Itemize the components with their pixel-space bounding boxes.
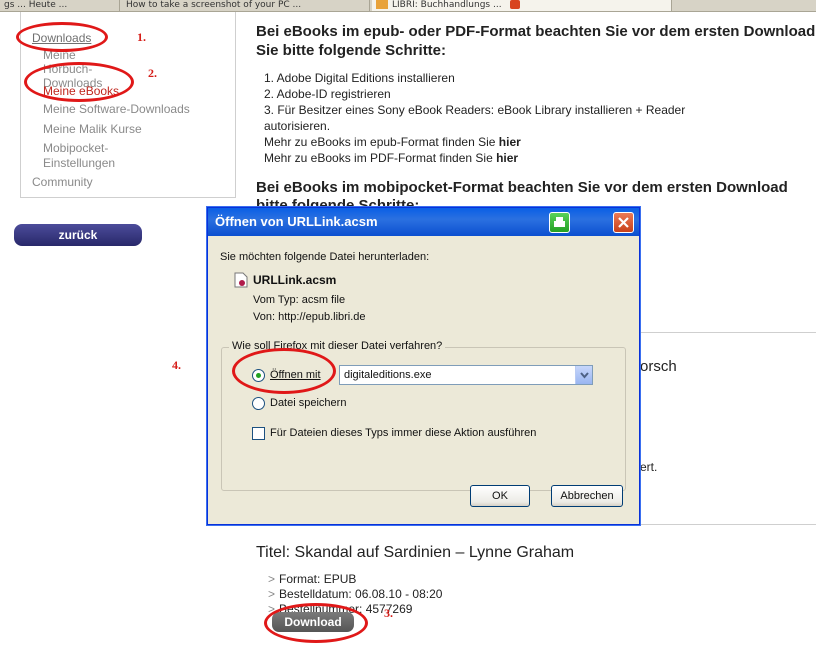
page-favicon	[376, 0, 388, 9]
annotation-circle-download	[264, 603, 368, 643]
pdf-info-link[interactable]: hier	[496, 151, 518, 165]
dialog-title: Öffnen von URLLink.acsm	[215, 214, 378, 229]
annotation-number: 2.	[148, 66, 157, 80]
back-button[interactable]: zurück	[14, 224, 142, 246]
browser-tab-label: LIBRI: Buchhandlungs ...	[392, 0, 502, 10]
annotation-number: 3.	[384, 606, 393, 620]
cancel-button[interactable]: Abbrechen	[551, 485, 623, 507]
close-icon[interactable]	[613, 212, 634, 233]
partial-text: orsch	[640, 358, 677, 375]
step-text: 3. Für Besitzer eines Sony eBook Readers…	[264, 103, 686, 117]
dialog-intro: Sie möchten folgende Datei herunterladen…	[220, 251, 430, 263]
epub-info-text: Mehr zu eBooks im epub-Format finden Sie	[264, 135, 496, 149]
section-heading-epub-pdf-cont: Sie bitte folgende Schritte:	[256, 42, 447, 59]
sidebar-item-community[interactable]: Community	[32, 175, 93, 189]
browser-tab[interactable]: How to take a screenshot of your PC ...	[122, 0, 370, 11]
always-do-this-checkbox[interactable]	[252, 427, 265, 440]
printer-icon[interactable]	[549, 212, 570, 233]
pdf-info-line: Mehr zu eBooks im PDF-Format finden Sie …	[264, 151, 518, 165]
ok-button[interactable]: OK	[470, 485, 530, 507]
section-heading-mobipocket: Bei eBooks im mobipocket-Format beachten…	[256, 179, 788, 196]
dialog-file-source: Von: http://epub.libri.de	[253, 311, 366, 323]
book-format: > Format: EPUB	[268, 572, 357, 586]
step-text: 2. Adobe-ID registrieren	[264, 87, 391, 101]
open-with-select[interactable]: digitaleditions.exe	[339, 365, 593, 385]
always-do-this-label[interactable]: Für Dateien dieses Typs immer diese Akti…	[270, 427, 536, 439]
chevron-down-icon[interactable]	[575, 366, 592, 384]
browser-tab-strip: gs ... Heute ... How to take a screensho…	[0, 0, 816, 12]
book-order-date: > Bestelldatum: 06.08.10 - 08:20	[268, 587, 443, 601]
close-tab-icon[interactable]	[510, 0, 521, 9]
sidebar-item-malik-kurse[interactable]: Meine Malik Kurse	[43, 122, 142, 136]
dialog-filename: URLLink.acsm	[253, 273, 337, 287]
step-text: autorisieren.	[264, 119, 331, 133]
annotation-circle-open-with	[232, 348, 336, 394]
save-file-label[interactable]: Datei speichern	[270, 397, 346, 409]
partial-text: ert.	[640, 460, 658, 474]
epub-info-link[interactable]: hier	[499, 135, 521, 149]
annotation-number: 1.	[137, 30, 146, 44]
annotation-circle-meine-ebooks	[24, 62, 134, 102]
dialog-file-type: Vom Typ: acsm file	[253, 294, 346, 306]
dialog-titlebar[interactable]: Öffnen von URLLink.acsm	[208, 208, 639, 236]
section-heading-epub-pdf: Bei eBooks im epub- oder PDF-Format beac…	[256, 23, 816, 40]
sidebar-item-einstellungen[interactable]: Einstellungen	[43, 156, 115, 170]
radio-save-file[interactable]	[252, 397, 265, 410]
annotation-number: 4.	[172, 358, 181, 372]
pdf-info-text: Mehr zu eBooks im PDF-Format finden Sie	[264, 151, 493, 165]
step-text: 1. Adobe Digital Editions installieren	[264, 71, 455, 85]
browser-tab[interactable]: gs ... Heute ...	[0, 0, 120, 11]
epub-info-line: Mehr zu eBooks im epub-Format finden Sie…	[264, 135, 521, 149]
book-title: Titel: Skandal auf Sardinien – Lynne Gra…	[256, 544, 575, 561]
sidebar-item-software-downloads[interactable]: Meine Software-Downloads	[43, 102, 190, 116]
annotation-circle-downloads	[16, 22, 108, 52]
file-icon	[234, 272, 248, 288]
browser-tab-active[interactable]: LIBRI: Buchhandlungs ...	[372, 0, 672, 11]
sidebar-item-mobipocket[interactable]: Mobipocket-	[43, 141, 108, 155]
open-with-app: digitaleditions.exe	[344, 369, 432, 381]
